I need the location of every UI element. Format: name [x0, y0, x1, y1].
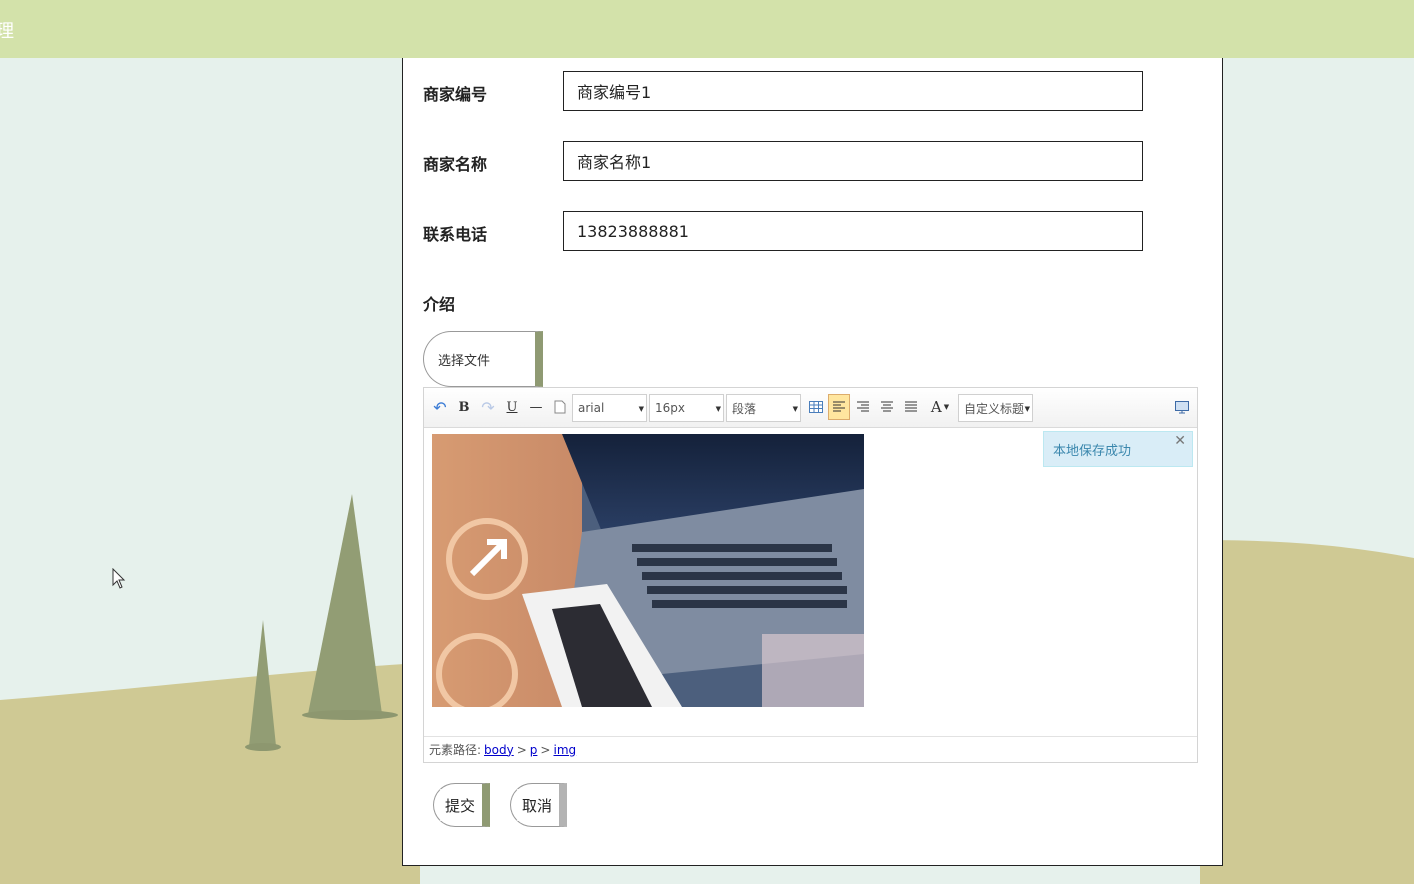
editor-content[interactable]: 本地保存成功 ✕ — [424, 429, 1197, 735]
custom-title-select[interactable]: 自定义标题 ▼ — [958, 394, 1033, 422]
top-bar: 理 — [0, 0, 1414, 58]
font-size-value: 16px — [655, 401, 685, 415]
font-size-select[interactable]: 16px ▼ — [649, 394, 724, 422]
element-path-bar: 元素路径: body > p > img — [424, 736, 1197, 762]
phone-input[interactable] — [563, 211, 1143, 251]
align-justify-icon[interactable] — [900, 394, 922, 420]
path-item-p[interactable]: p — [530, 743, 538, 757]
path-separator: > — [540, 742, 551, 757]
merchant-no-label: 商家编号 — [423, 85, 488, 104]
bold-icon[interactable]: B — [453, 394, 475, 420]
table-icon[interactable] — [805, 394, 827, 420]
horizontal-rule-icon[interactable]: — — [525, 394, 547, 420]
editor-toolbar: ↶ B ↷ U — arial ▼ 16px ▼ 段落 ▼ A ▼ 自定义标题 … — [424, 388, 1197, 428]
mouse-cursor-icon — [112, 568, 126, 589]
laptop-photo — [432, 434, 864, 707]
chevron-down-icon: ▼ — [1024, 405, 1030, 413]
paragraph-value: 段落 — [732, 401, 757, 416]
path-item-img[interactable]: img — [553, 743, 576, 757]
undo-icon[interactable]: ↶ — [429, 394, 451, 420]
choose-file-button[interactable]: 选择文件 — [423, 331, 543, 387]
align-left-icon[interactable] — [828, 394, 850, 420]
merchant-no-input[interactable] — [563, 71, 1143, 111]
redo-icon[interactable]: ↷ — [477, 394, 499, 420]
chevron-down-icon: ▼ — [638, 405, 644, 413]
form-panel: 商家编号 商家名称 联系电话 介绍 选择文件 ↶ B ↷ U — arial ▼… — [402, 58, 1223, 866]
font-color-icon[interactable]: A ▼ — [926, 394, 954, 420]
cancel-button[interactable]: 取消 — [510, 783, 567, 827]
path-separator: > — [516, 742, 527, 757]
rich-text-editor: ↶ B ↷ U — arial ▼ 16px ▼ 段落 ▼ A ▼ 自定义标题 … — [423, 387, 1198, 763]
element-path-label: 元素路径: — [429, 743, 482, 757]
document-icon[interactable] — [549, 394, 571, 420]
save-success-toast: 本地保存成功 ✕ — [1043, 431, 1193, 467]
submit-button[interactable]: 提交 — [433, 783, 490, 827]
chevron-down-icon: ▼ — [792, 405, 798, 413]
font-family-value: arial — [578, 401, 605, 415]
underline-icon[interactable]: U — [501, 394, 523, 420]
chevron-down-icon: ▼ — [943, 403, 950, 411]
merchant-name-input[interactable] — [563, 141, 1143, 181]
font-family-select[interactable]: arial ▼ — [572, 394, 647, 422]
align-center-icon[interactable] — [876, 394, 898, 420]
custom-title-value: 自定义标题 — [964, 401, 1025, 416]
align-right-icon[interactable] — [852, 394, 874, 420]
phone-label: 联系电话 — [423, 225, 488, 244]
preview-icon[interactable] — [1171, 394, 1193, 420]
top-bar-title-fragment: 理 — [0, 21, 14, 42]
close-icon[interactable]: ✕ — [1174, 433, 1186, 449]
font-color-glyph: A — [930, 398, 942, 416]
path-item-body[interactable]: body — [484, 743, 514, 757]
toast-message: 本地保存成功 — [1053, 443, 1132, 459]
merchant-name-label: 商家名称 — [423, 155, 488, 174]
paragraph-select[interactable]: 段落 ▼ — [726, 394, 801, 422]
intro-label: 介绍 — [423, 295, 456, 314]
chevron-down-icon: ▼ — [715, 405, 721, 413]
